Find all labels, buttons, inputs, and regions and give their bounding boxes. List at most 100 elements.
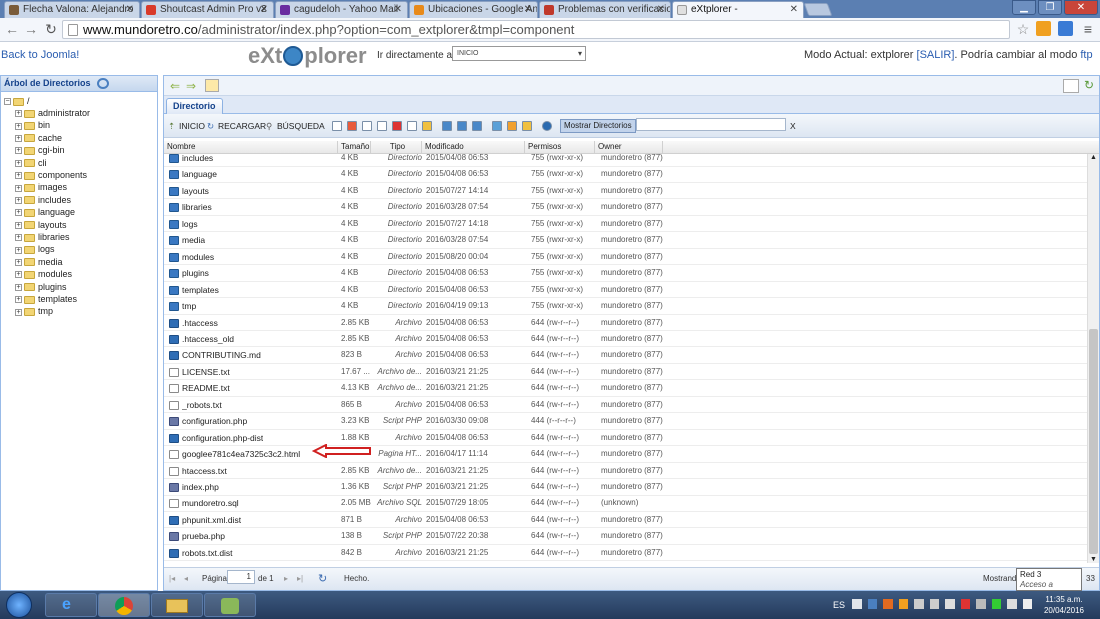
table-row[interactable]: googlee781c4ea7325c3c2.html Pagina HT... 2… bbox=[164, 446, 1087, 463]
expand-icon[interactable]: + bbox=[15, 234, 22, 242]
expand-icon[interactable]: + bbox=[15, 308, 22, 316]
forward-arrow-icon[interactable]: ⇒ bbox=[186, 79, 196, 93]
close-tab-icon[interactable]: ✕ bbox=[790, 2, 798, 17]
move-icon[interactable] bbox=[377, 121, 387, 131]
home-button[interactable]: INICIO bbox=[179, 120, 205, 132]
tree-node-administrator[interactable]: + administrator bbox=[15, 107, 90, 119]
expand-icon[interactable]: + bbox=[15, 258, 22, 266]
expand-icon[interactable]: + bbox=[15, 147, 22, 155]
column-header-owner[interactable]: Owner bbox=[595, 141, 663, 154]
volume-icon[interactable] bbox=[1007, 599, 1017, 609]
file-list-scrollbar[interactable]: ▲ ▼ bbox=[1087, 154, 1099, 563]
table-row[interactable]: plugins 4 KB Directorio 2015/04/08 06:53 755… bbox=[164, 265, 1087, 282]
next-page-icon[interactable]: ▸ bbox=[284, 568, 288, 590]
clear-filter-button[interactable]: X bbox=[790, 120, 796, 132]
file-name[interactable]: robots.txt.dist bbox=[182, 545, 233, 561]
page-number-input[interactable]: 1 bbox=[227, 570, 255, 584]
file-name[interactable]: logs bbox=[182, 216, 198, 232]
expand-icon[interactable]: + bbox=[15, 172, 22, 180]
scrollbar-thumb[interactable] bbox=[1089, 329, 1098, 554]
expand-icon[interactable]: + bbox=[15, 296, 22, 304]
file-name[interactable]: index.php bbox=[182, 479, 219, 495]
file-name[interactable]: plugins bbox=[182, 265, 209, 281]
tree-node-templates[interactable]: + templates bbox=[15, 293, 77, 305]
file-name[interactable]: configuration.php-dist bbox=[182, 430, 263, 446]
copy-icon[interactable] bbox=[362, 121, 372, 131]
tree-node-tmp[interactable]: + tmp bbox=[15, 305, 53, 317]
table-row[interactable]: logs 4 KB Directorio 2015/07/27 14:18 755 (r… bbox=[164, 216, 1087, 233]
ftp-mode-link[interactable]: ftp bbox=[1080, 49, 1092, 61]
tree-node-cli[interactable]: + cli bbox=[15, 157, 47, 169]
edit-icon[interactable] bbox=[347, 121, 357, 131]
first-page-icon[interactable]: |◂ bbox=[169, 568, 175, 590]
table-row[interactable]: README.txt 4.13 KB Archivo de... 2016/03/21… bbox=[164, 380, 1087, 397]
file-name[interactable]: configuration.php bbox=[182, 413, 247, 429]
file-name[interactable]: googlee781c4ea7325c3c2.html bbox=[182, 446, 300, 462]
tray-icon[interactable] bbox=[898, 599, 908, 609]
tree-node-logs[interactable]: + logs bbox=[15, 243, 55, 255]
file-name[interactable]: mundoretro.sql bbox=[182, 495, 239, 511]
taskbar-chrome-icon[interactable] bbox=[98, 593, 150, 617]
chmod-icon[interactable] bbox=[422, 121, 432, 131]
file-name[interactable]: tmp bbox=[182, 298, 196, 314]
folder-icon[interactable] bbox=[205, 79, 219, 92]
clock[interactable]: 11:35 a.m. 20/04/2016 bbox=[1040, 594, 1088, 616]
expand-icon[interactable]: + bbox=[15, 159, 22, 167]
menu-icon[interactable]: ≡ bbox=[1079, 20, 1097, 38]
minimize-window-button[interactable]: ▁ bbox=[1012, 0, 1036, 15]
panel-option-box[interactable] bbox=[1063, 79, 1079, 93]
tree-node-layouts[interactable]: + layouts bbox=[15, 219, 67, 231]
file-name[interactable]: .htaccess_old bbox=[182, 331, 234, 347]
rename-icon[interactable] bbox=[407, 121, 417, 131]
file-name[interactable]: layouts bbox=[182, 183, 209, 199]
reload-button[interactable]: RECARGAR bbox=[218, 120, 266, 132]
table-row[interactable]: libraries 4 KB Directorio 2016/03/28 07:54 7… bbox=[164, 199, 1087, 216]
scroll-up-icon[interactable]: ▲ bbox=[1090, 154, 1097, 161]
column-header-permissions[interactable]: Permisos bbox=[525, 141, 595, 154]
tree-node-cache[interactable]: + cache bbox=[15, 132, 62, 144]
expand-icon[interactable]: + bbox=[15, 110, 22, 118]
table-row[interactable]: modules 4 KB Directorio 2015/08/20 00:04 755… bbox=[164, 249, 1087, 266]
column-header-name[interactable]: Nombre bbox=[164, 141, 338, 154]
tray-icon[interactable] bbox=[883, 599, 893, 609]
table-row[interactable]: htaccess.txt 2.85 KB Archivo de... 2016/03/… bbox=[164, 463, 1087, 480]
file-name[interactable]: language bbox=[182, 166, 217, 182]
language-indicator[interactable]: ES bbox=[833, 600, 845, 610]
browser-tab[interactable]: Flecha Valona: Alejandro ✕ bbox=[4, 1, 140, 18]
reload-icon[interactable]: ↻ bbox=[42, 20, 60, 38]
back-to-joomla-link[interactable]: Back to Joomla! bbox=[1, 49, 79, 61]
table-row[interactable]: configuration.php 3.23 KB Script PHP 2016/0… bbox=[164, 413, 1087, 430]
tree-node-cgi-bin[interactable]: + cgi-bin bbox=[15, 144, 65, 156]
download-icon[interactable] bbox=[472, 121, 482, 131]
taskbar-ie-icon[interactable]: e bbox=[45, 593, 97, 617]
browser-tab[interactable]: Ubicaciones - Google An ✕ bbox=[409, 1, 538, 18]
filter-input[interactable] bbox=[636, 118, 786, 131]
file-name[interactable]: prueba.php bbox=[182, 528, 225, 544]
refresh-tree-icon[interactable] bbox=[97, 78, 109, 89]
logout-link[interactable]: [SALIR] bbox=[917, 49, 955, 61]
maximize-window-button[interactable]: ❐ bbox=[1038, 0, 1062, 15]
tree-node-images[interactable]: + images bbox=[15, 181, 67, 193]
tree-node-plugins[interactable]: + plugins bbox=[15, 281, 67, 293]
new-file-icon[interactable] bbox=[332, 121, 342, 131]
tree-node-media[interactable]: + media bbox=[15, 256, 63, 268]
extension-icon[interactable] bbox=[1036, 21, 1051, 36]
back-arrow-icon[interactable]: ← bbox=[3, 20, 21, 38]
expand-icon[interactable]: + bbox=[15, 271, 22, 279]
scroll-down-icon[interactable]: ▼ bbox=[1090, 556, 1097, 563]
file-name[interactable]: media bbox=[182, 232, 205, 248]
browser-tab[interactable]: Shoutcast Admin Pro v2 ✕ bbox=[141, 1, 274, 18]
table-row[interactable]: includes 4 KB Directorio 2015/04/08 06:53 75… bbox=[164, 154, 1087, 167]
table-row[interactable]: layouts 4 KB Directorio 2015/07/27 14:14 755… bbox=[164, 183, 1087, 200]
table-row[interactable]: tmp 4 KB Directorio 2016/04/19 09:13 755 (rw… bbox=[164, 298, 1087, 315]
last-page-icon[interactable]: ▸| bbox=[297, 568, 303, 590]
column-header-size[interactable]: Tamaño bbox=[338, 141, 371, 154]
table-row[interactable]: .htaccess 2.85 KB Archivo 2015/04/08 06:53 6… bbox=[164, 315, 1087, 331]
table-row[interactable]: mundoretro.sql 2.05 MB Archivo SQL 2015/07/… bbox=[164, 495, 1087, 512]
file-name[interactable]: CONTRIBUTING.md bbox=[182, 347, 261, 363]
expand-icon[interactable]: + bbox=[15, 209, 22, 217]
file-name[interactable]: _robots.txt bbox=[182, 397, 222, 413]
tree-node-bin[interactable]: + bin bbox=[15, 119, 50, 131]
upload-icon[interactable] bbox=[492, 121, 502, 131]
column-header-type[interactable]: Tipo bbox=[371, 141, 422, 154]
